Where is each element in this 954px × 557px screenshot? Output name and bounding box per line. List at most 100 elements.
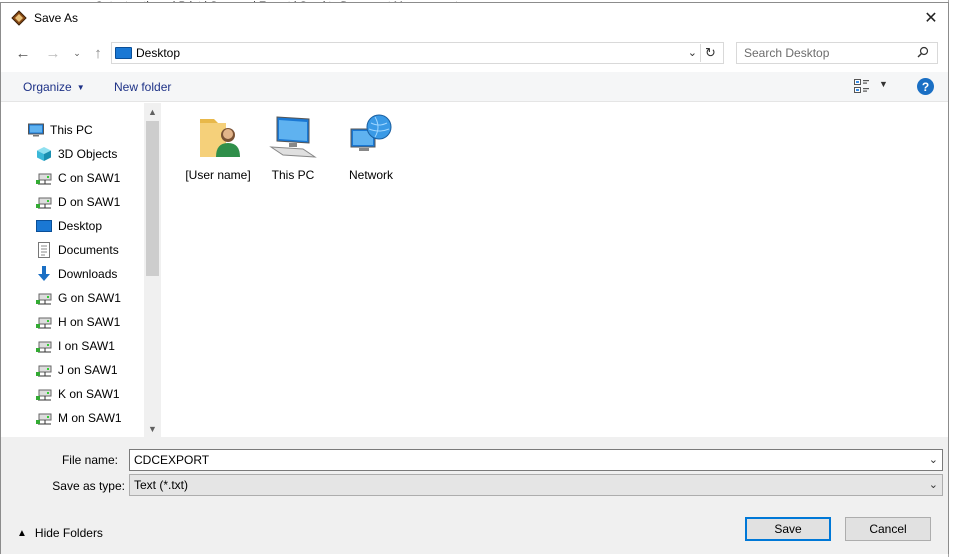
organize-button[interactable]: Organize ▼ bbox=[23, 80, 85, 94]
hide-folders-button[interactable]: ▲ Hide Folders bbox=[17, 526, 103, 540]
back-button[interactable]: ← bbox=[13, 43, 33, 63]
save-button[interactable]: Save bbox=[745, 517, 831, 541]
scroll-down-icon[interactable]: ▼ bbox=[144, 420, 161, 437]
sidebar-item-k-on-saw1[interactable]: K on SAW1 bbox=[36, 383, 120, 405]
search-placeholder: Search Desktop bbox=[744, 46, 830, 60]
sidebar-item-g-on-saw1[interactable]: G on SAW1 bbox=[36, 287, 121, 309]
sidebar-item-label: J on SAW1 bbox=[58, 363, 118, 377]
sidebar-item-h-on-saw1[interactable]: H on SAW1 bbox=[36, 311, 120, 333]
scroll-up-icon[interactable]: ▲ bbox=[144, 103, 161, 120]
sidebar-item-downloads[interactable]: Downloads bbox=[36, 263, 117, 285]
sidebar-item-label: 3D Objects bbox=[58, 147, 118, 161]
sidebar-item-label: G on SAW1 bbox=[58, 291, 121, 305]
file-item-label: This PC bbox=[271, 168, 315, 182]
close-icon: ✕ bbox=[924, 10, 938, 27]
window-title: Save As bbox=[34, 11, 79, 25]
address-bar[interactable]: Desktop ⌄ ↻ bbox=[111, 42, 724, 64]
sidebar-item-d-on-saw1[interactable]: D on SAW1 bbox=[36, 191, 120, 213]
view-options-dropdown[interactable]: ▼ bbox=[879, 79, 888, 89]
sidebar-item-label: M on SAW1 bbox=[58, 411, 122, 425]
refresh-button[interactable]: ↻ bbox=[700, 44, 720, 62]
file-item-user-folder[interactable]: [User name] bbox=[178, 111, 258, 182]
sidebar-item-label: H on SAW1 bbox=[58, 315, 121, 329]
sidebar-item-label: K on SAW1 bbox=[58, 387, 120, 401]
desktop-icon bbox=[36, 220, 52, 232]
hide-folders-label: Hide Folders bbox=[34, 526, 103, 540]
computer-icon bbox=[269, 116, 317, 158]
sidebar-item-label: D on SAW1 bbox=[58, 195, 121, 209]
address-location: Desktop bbox=[136, 46, 181, 60]
sidebar-item-label: Desktop bbox=[58, 219, 103, 233]
file-item-label: [User name] bbox=[185, 168, 251, 182]
address-dropdown-icon[interactable]: ⌄ bbox=[688, 46, 697, 59]
sidebar-item-3d-objects[interactable]: 3D Objects bbox=[36, 143, 117, 165]
organize-label: Organize bbox=[23, 80, 72, 94]
sidebar-item-desktop[interactable]: Desktop bbox=[36, 215, 102, 237]
search-input[interactable]: Search Desktop bbox=[736, 42, 938, 64]
sidebar-item-this-pc[interactable]: This PC bbox=[28, 119, 93, 141]
close-button[interactable]: ✕ bbox=[914, 3, 948, 33]
navigation-pane: This PC 3D Objects C on SAW1 D on SAW1 D… bbox=[1, 103, 161, 437]
network-drive-icon bbox=[36, 365, 52, 377]
save-options-panel: File name: CDCEXPORT ⌄ Save as type: Tex… bbox=[1, 437, 948, 554]
file-name-field[interactable]: CDCEXPORT ⌄ bbox=[129, 449, 943, 471]
command-bar: Organize ▼ New folder ▼ ? bbox=[1, 72, 948, 102]
sidebar-item-i-on-saw1[interactable]: I on SAW1 bbox=[36, 335, 115, 357]
network-icon bbox=[350, 114, 392, 151]
user-folder-icon bbox=[200, 119, 240, 157]
address-row: ← → ⌄ ↑ Desktop ⌄ ↻ Search Desktop bbox=[1, 39, 948, 67]
up-arrow-icon: ↑ bbox=[94, 44, 102, 62]
save-type-select[interactable]: Text (*.txt) ⌄ bbox=[129, 474, 943, 496]
sidebar-item-c-on-saw1[interactable]: C on SAW1 bbox=[36, 167, 120, 189]
new-folder-label: New folder bbox=[114, 80, 172, 94]
chevron-down-icon[interactable]: ⌄ bbox=[929, 453, 938, 466]
network-drive-icon bbox=[36, 173, 52, 185]
network-drive-icon bbox=[36, 317, 52, 329]
chevron-down-icon: ⌄ bbox=[928, 479, 938, 491]
network-drive-icon bbox=[36, 197, 52, 209]
file-name-label: File name: bbox=[61, 453, 118, 467]
up-button[interactable]: ↑ bbox=[88, 43, 108, 63]
file-item-this-pc[interactable]: This PC bbox=[253, 111, 333, 182]
file-item-network[interactable]: Network bbox=[331, 111, 411, 182]
network-drive-icon bbox=[36, 413, 52, 425]
file-item-label: Network bbox=[348, 168, 393, 182]
network-drive-icon bbox=[36, 389, 52, 401]
back-arrow-icon: ← bbox=[15, 44, 31, 62]
downloads-icon bbox=[38, 266, 50, 281]
forward-arrow-icon: → bbox=[45, 44, 61, 62]
cancel-button[interactable]: Cancel bbox=[845, 517, 931, 541]
change-view-icon[interactable] bbox=[854, 79, 870, 93]
documents-icon bbox=[38, 242, 50, 258]
app-icon bbox=[11, 10, 27, 26]
sidebar-item-documents[interactable]: Documents bbox=[36, 239, 119, 261]
sidebar-item-label: Documents bbox=[58, 243, 119, 257]
sidebar-item-j-on-saw1[interactable]: J on SAW1 bbox=[36, 359, 118, 381]
scrollbar-thumb[interactable] bbox=[146, 121, 159, 276]
network-drive-icon bbox=[36, 293, 52, 305]
3d-objects-icon bbox=[37, 147, 51, 161]
sidebar-item-label: This PC bbox=[50, 123, 93, 137]
sidebar-item-m-on-saw1[interactable]: M on SAW1 bbox=[36, 407, 122, 429]
title-bar: Save As bbox=[1, 3, 948, 33]
chevron-up-icon: ▲ bbox=[17, 527, 27, 539]
help-icon[interactable]: ? bbox=[917, 78, 934, 95]
file-name-value: CDCEXPORT bbox=[134, 453, 210, 467]
sidebar-item-label: I on SAW1 bbox=[58, 339, 115, 353]
computer-icon bbox=[28, 123, 44, 137]
caret-down-icon: ▼ bbox=[76, 83, 85, 92]
sidebar-item-label: Downloads bbox=[58, 267, 118, 281]
navigation-scrollbar[interactable]: ▲ ▼ bbox=[144, 103, 161, 437]
desktop-icon bbox=[115, 47, 132, 59]
network-drive-icon bbox=[36, 341, 52, 353]
new-folder-button[interactable]: New folder bbox=[114, 80, 171, 94]
save-type-label: Save as type: bbox=[52, 479, 125, 493]
forward-button[interactable]: → bbox=[43, 43, 63, 63]
file-list: [User name] This PC Network bbox=[161, 103, 948, 437]
save-as-dialog: Save As ✕ ← → ⌄ ↑ Desktop ⌄ ↻ Search Des… bbox=[0, 2, 949, 554]
search-icon bbox=[917, 46, 929, 58]
recent-locations-button[interactable]: ⌄ bbox=[67, 43, 87, 63]
refresh-icon: ↻ bbox=[705, 45, 716, 60]
sidebar-item-label: C on SAW1 bbox=[58, 171, 121, 185]
save-type-value: Text (*.txt) bbox=[134, 478, 189, 492]
